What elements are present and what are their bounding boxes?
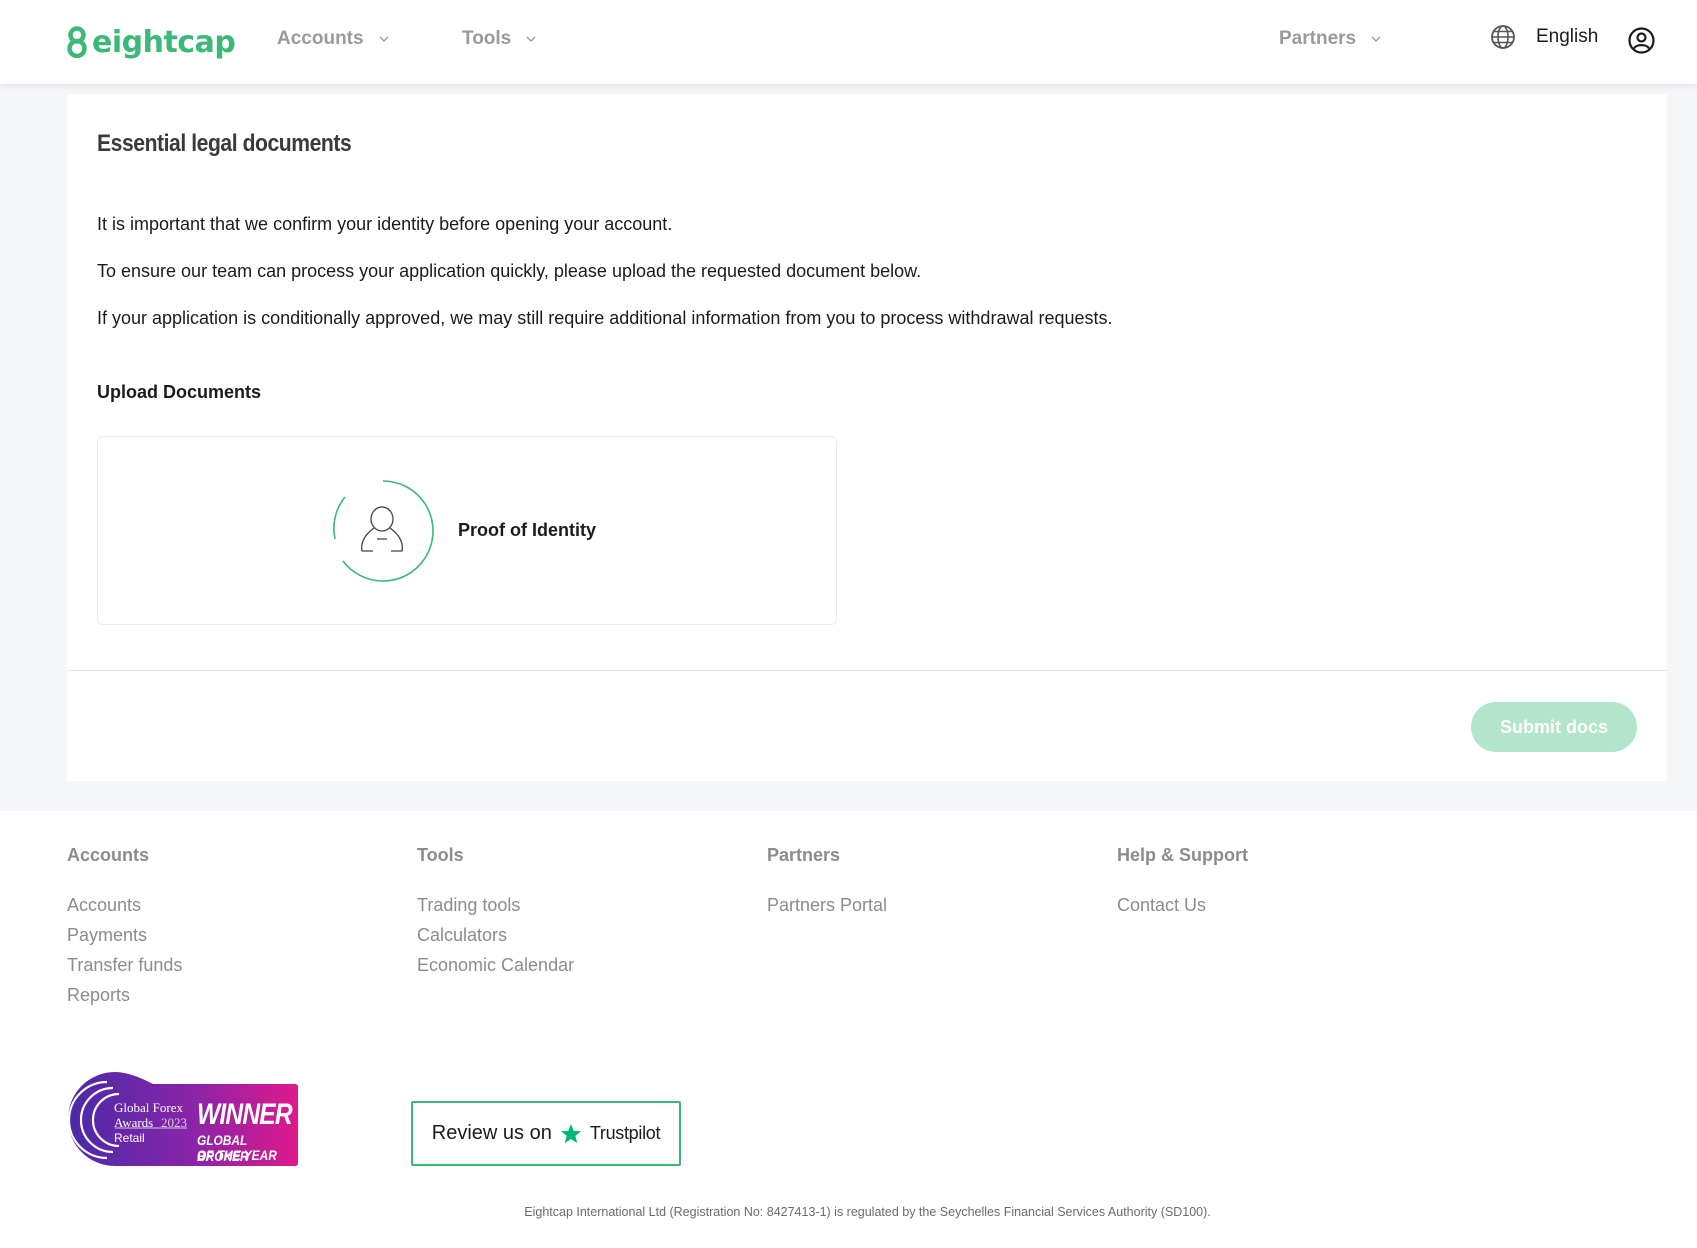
award-line-2: Awards xyxy=(114,1115,154,1130)
award-year: 2023 xyxy=(161,1115,187,1130)
language-selector[interactable]: English xyxy=(1490,24,1598,50)
intro-paragraph-2: To ensure our team can process your appl… xyxy=(97,261,922,281)
award-sub-2: OF THE YEAR xyxy=(197,1147,277,1163)
top-header: eightcap Accounts Tools Partners English xyxy=(0,0,1697,84)
trustpilot-brand-text: Trustpilot xyxy=(589,1123,661,1143)
documents-card: Essential legal documents It is importan… xyxy=(67,94,1667,781)
footer-link-trading-tools[interactable]: Trading tools xyxy=(417,890,574,920)
footer-heading: Help & Support xyxy=(1117,845,1248,865)
footer-link-economic-calendar[interactable]: Economic Calendar xyxy=(417,950,574,980)
chevron-down-icon xyxy=(1371,36,1381,42)
nav-partners-label: Partners xyxy=(1279,28,1357,49)
footer-column-accounts: Accounts Accounts Payments Transfer fund… xyxy=(67,845,182,1010)
legal-disclaimer: Eightcap International Ltd (Registration… xyxy=(524,1205,1211,1219)
nav-tools[interactable]: Tools xyxy=(462,28,537,50)
user-circle-icon[interactable] xyxy=(1628,27,1655,54)
intro-paragraph-3: If your application is conditionally app… xyxy=(97,308,1113,328)
award-line-1: Global Forex xyxy=(114,1100,183,1115)
chevron-down-icon xyxy=(379,36,389,42)
eightcap-logo[interactable]: eightcap xyxy=(66,20,236,64)
trustpilot-review-button[interactable]: Review us on Trustpilot xyxy=(411,1101,681,1166)
language-label: English xyxy=(1536,26,1599,47)
intro-paragraph-1: It is important that we confirm your ide… xyxy=(97,214,673,234)
footer-link-accounts[interactable]: Accounts xyxy=(67,890,182,920)
upload-documents-heading: Upload Documents xyxy=(97,382,262,402)
nav-tools-label: Tools xyxy=(462,28,512,49)
proof-of-identity-label: Proof of Identity xyxy=(458,520,596,540)
logo-text: eightcap xyxy=(92,24,236,60)
footer-column-partners: Partners Partners Portal xyxy=(767,845,887,920)
footer-link-contact-us[interactable]: Contact Us xyxy=(1117,890,1248,920)
card-divider xyxy=(67,670,1667,671)
proof-of-identity-upload[interactable]: Proof of Identity xyxy=(97,436,837,625)
footer-link-reports[interactable]: Reports xyxy=(67,980,182,1010)
footer-heading: Tools xyxy=(417,845,464,865)
page-title: Essential legal documents xyxy=(97,130,352,157)
trustpilot-review-text: Review us on xyxy=(431,1122,552,1144)
submit-docs-button[interactable]: Submit docs xyxy=(1471,702,1637,752)
person-icon xyxy=(333,480,434,582)
footer-heading: Accounts xyxy=(67,845,150,865)
nav-accounts[interactable]: Accounts xyxy=(277,28,390,50)
chevron-down-icon xyxy=(526,36,536,42)
footer-heading: Partners xyxy=(767,845,841,865)
award-winner-text: WINNER xyxy=(197,1098,293,1131)
footer-link-transfer-funds[interactable]: Transfer funds xyxy=(67,950,182,980)
award-line-3: Retail xyxy=(114,1131,145,1145)
footer-column-tools: Tools Trading tools Calculators Economic… xyxy=(417,845,574,980)
global-forex-award-badge: Global Forex Awards 2023 Retail WINNER G… xyxy=(67,1070,298,1166)
footer-link-payments[interactable]: Payments xyxy=(67,920,182,950)
logo-eight-icon xyxy=(67,26,87,58)
nav-partners[interactable]: Partners xyxy=(1279,28,1382,50)
footer-link-partners-portal[interactable]: Partners Portal xyxy=(767,890,887,920)
nav-accounts-label: Accounts xyxy=(277,28,364,49)
site-footer: Accounts Accounts Payments Transfer fund… xyxy=(0,811,1697,1248)
trustpilot-star-icon xyxy=(560,1123,581,1143)
footer-column-help-support: Help & Support Contact Us xyxy=(1117,845,1248,920)
footer-link-calculators[interactable]: Calculators xyxy=(417,920,574,950)
globe-icon xyxy=(1491,25,1515,49)
